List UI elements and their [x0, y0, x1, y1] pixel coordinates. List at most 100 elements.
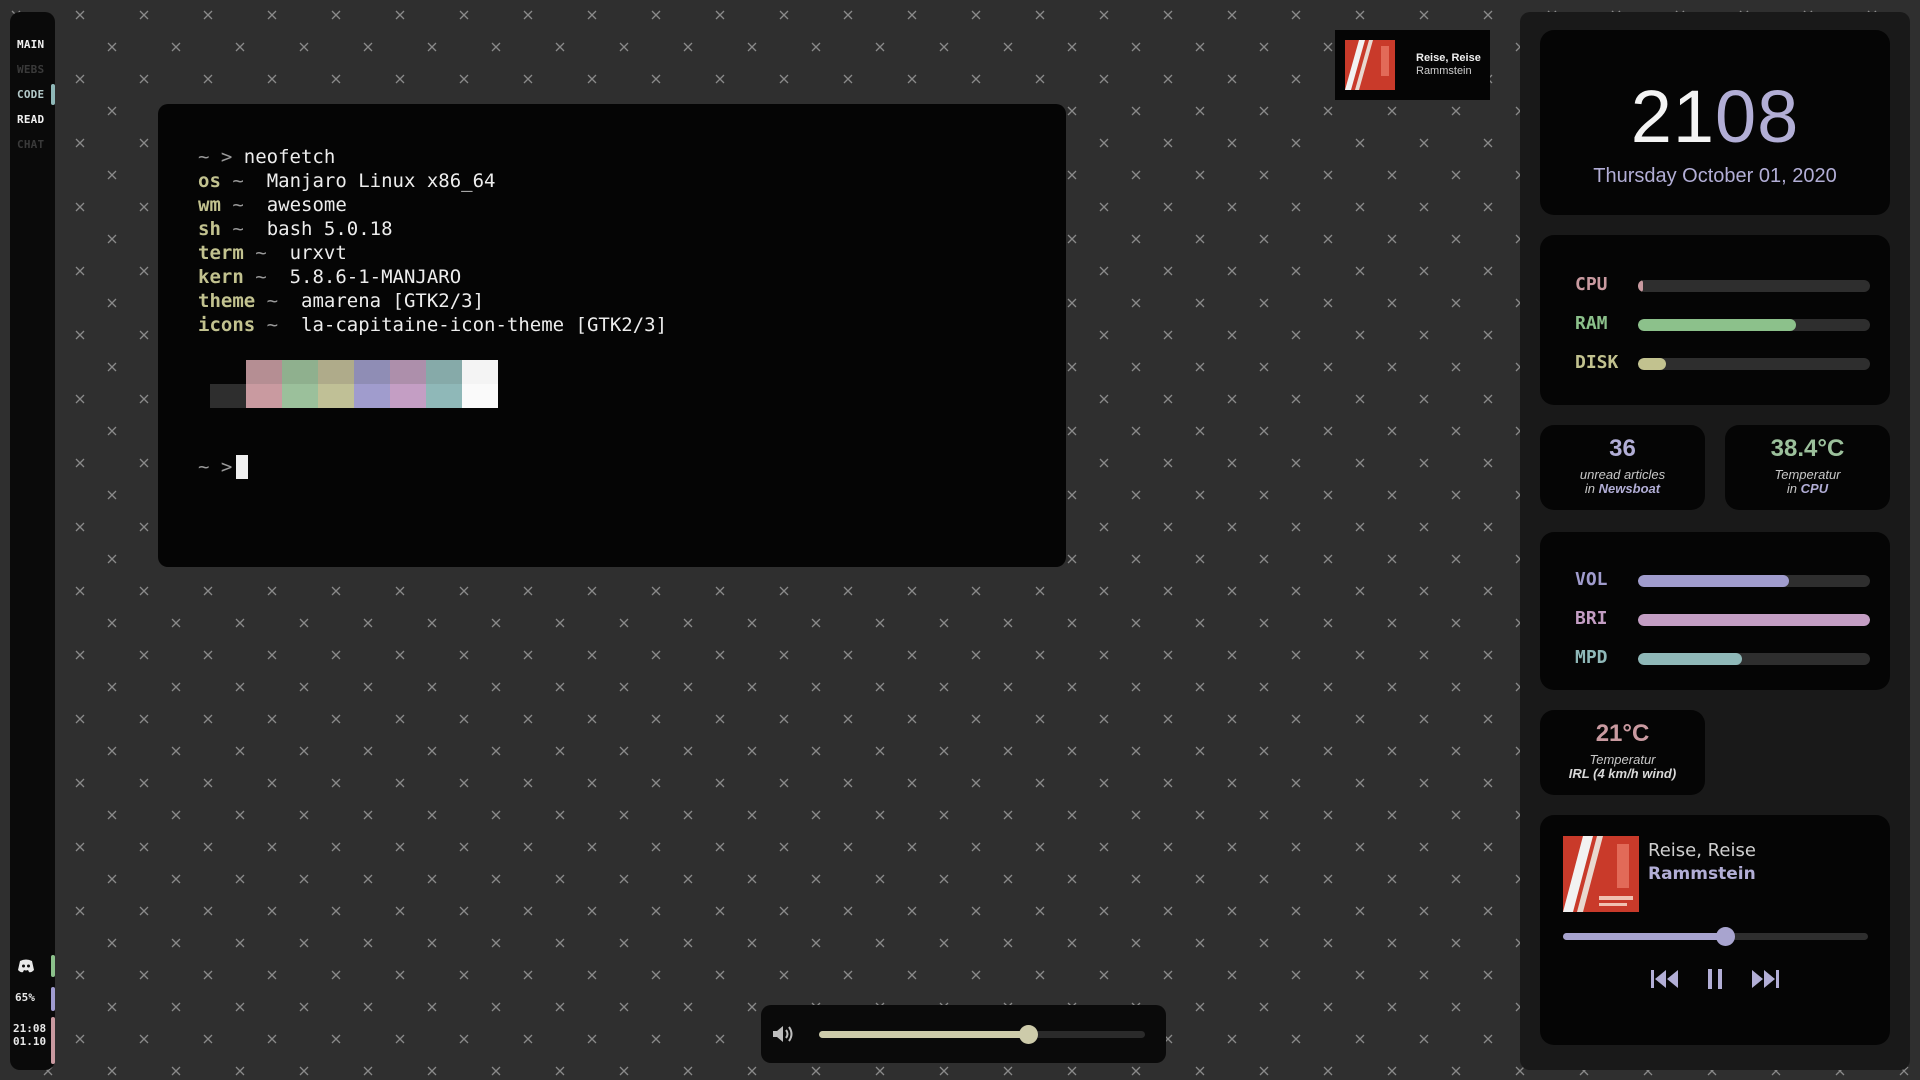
bar-clock: 21:08 01.10 — [13, 1022, 46, 1048]
tag-label: CHAT — [17, 138, 45, 151]
brightness-bar-fill — [1638, 614, 1870, 626]
neofetch-value: 5.8.6-1-MANJARO — [289, 266, 462, 288]
palette-swatch — [318, 384, 354, 408]
neofetch-separator: ~ — [232, 194, 244, 216]
neofetch-row: term ~ urxvt — [198, 241, 347, 265]
disk-label: DISK — [1575, 352, 1619, 373]
tag-webs[interactable]: WEBS — [10, 57, 55, 82]
mpd-volume-row[interactable]: MPD — [1575, 643, 1875, 673]
neofetch-row: wm ~ awesome — [198, 193, 347, 217]
unread-label: unread articles — [1579, 467, 1666, 482]
album-cover — [1345, 40, 1395, 90]
mini-song-title: Reise, Reise — [1416, 52, 1481, 64]
skip-next-icon[interactable] — [1748, 965, 1782, 993]
tag-read[interactable]: READ — [10, 107, 55, 132]
volume-label: VOL — [1575, 569, 1608, 590]
cpu-temp-label: Temperatur — [1774, 467, 1841, 482]
neofetch-separator: ~ — [232, 170, 244, 192]
terminal-prompt: ~ > — [198, 456, 233, 478]
palette-swatch — [282, 360, 318, 384]
disk-row: DISK — [1575, 348, 1875, 378]
neofetch-separator: ~ — [255, 266, 267, 288]
volume-slider-handle[interactable] — [1018, 1025, 1038, 1044]
now-playing-notification[interactable]: Reise, Reise Rammstein — [1335, 30, 1490, 100]
palette-swatch — [390, 360, 426, 384]
music-player-widget: Reise, Reise Rammstein — [1540, 815, 1890, 1045]
clock-widget: 2108 Thursday October 01, 2020 — [1540, 30, 1890, 215]
bar-time: 21:08 — [13, 1022, 47, 1035]
ram-label: RAM — [1575, 313, 1608, 334]
volume-bar[interactable] — [1638, 575, 1870, 587]
neofetch-value: la-capitaine-icon-theme [GTK2/3] — [301, 314, 668, 336]
ram-bar-fill — [1638, 319, 1796, 331]
brightness-bar[interactable] — [1638, 614, 1870, 626]
tag-occupied-indicator — [51, 84, 55, 105]
neofetch-value: amarena [GTK2/3] — [301, 290, 485, 312]
palette-swatch — [462, 384, 498, 408]
unread-count: 36 — [1609, 435, 1636, 462]
tag-label: MAIN — [17, 38, 45, 51]
terminal-window[interactable]: ~ > neofetch os ~ Manjaro Linux x86_64 w… — [158, 104, 1066, 567]
song-title: Reise, Reise — [1648, 840, 1756, 861]
left-wibar: MAIN WEBS CODE READ CHAT 65% 21:08 01.10 — [10, 12, 55, 1070]
palette-swatch — [354, 360, 390, 384]
pause-icon[interactable] — [1698, 965, 1732, 993]
brightness-row[interactable]: BRI — [1575, 604, 1875, 634]
tag-code[interactable]: CODE — [10, 82, 55, 107]
terminal-command: neofetch — [243, 146, 336, 168]
clock-hours: 21 — [1630, 75, 1715, 158]
weather-widget: 21°C Temperatur IRL (4 km/h wind) — [1540, 710, 1705, 795]
disk-bar-fill — [1638, 358, 1666, 370]
volume-bar-fill — [1638, 575, 1789, 587]
neofetch-separator: ~ — [255, 242, 267, 264]
cpu-temp-value: 38.4°C — [1770, 435, 1845, 462]
neofetch-key: wm — [198, 194, 221, 216]
neofetch-row: os ~ Manjaro Linux x86_64 — [198, 169, 495, 193]
terminal-prompt: ~ > — [198, 146, 233, 168]
palette-swatch — [210, 384, 246, 408]
tag-label: READ — [17, 113, 45, 126]
discord-icon[interactable] — [16, 956, 36, 976]
volume-slider[interactable] — [819, 1025, 1145, 1044]
skip-previous-icon[interactable] — [1648, 965, 1682, 993]
neofetch-value: Manjaro Linux x86_64 — [266, 170, 496, 192]
neofetch-row: theme ~ amarena [GTK2/3] — [198, 289, 484, 313]
neofetch-separator: ~ — [266, 290, 279, 312]
dashboard-sidebar: 2108 Thursday October 01, 2020 CPU RAM D… — [1520, 12, 1910, 1070]
weather-temp: 21°C — [1595, 720, 1650, 747]
palette-swatch — [354, 384, 390, 408]
mini-song-artist: Rammstein — [1416, 65, 1472, 77]
song-progress-slider[interactable] — [1563, 927, 1868, 946]
source-name: Newsboat — [1598, 481, 1661, 496]
newsboat-widget[interactable]: 36 unread articles in Newsboat — [1540, 425, 1705, 510]
cpu-temp-widget: 38.4°C Temperatur in CPU — [1725, 425, 1890, 510]
mpd-bar[interactable] — [1638, 653, 1870, 665]
tag-chat[interactable]: CHAT — [10, 132, 55, 157]
palette-swatch — [462, 360, 498, 384]
palette-swatch — [390, 384, 426, 408]
neofetch-key: term — [198, 242, 244, 264]
palette-swatch — [426, 384, 462, 408]
weather-label: Temperatur — [1589, 752, 1656, 767]
neofetch-row: kern ~ 5.8.6-1-MANJARO — [198, 265, 461, 289]
source-prefix: in — [1786, 481, 1798, 496]
neofetch-value: urxvt — [289, 242, 347, 264]
tag-main[interactable]: MAIN — [10, 32, 55, 57]
neofetch-row: sh ~ bash 5.0.18 — [198, 217, 393, 241]
cpu-row: CPU — [1575, 270, 1875, 300]
volume-row[interactable]: VOL — [1575, 565, 1875, 595]
cpu-bar — [1638, 280, 1870, 292]
cpu-bar-fill — [1638, 280, 1643, 292]
date-text: Thursday October 01, 2020 — [1593, 165, 1837, 187]
song-progress-handle[interactable] — [1715, 927, 1735, 946]
battery-indicator — [51, 987, 55, 1011]
terminal-input-line[interactable]: ~ > — [198, 455, 249, 479]
neofetch-value: awesome — [266, 194, 347, 216]
systray-indicator — [51, 955, 55, 977]
neofetch-value: bash 5.0.18 — [266, 218, 393, 240]
clock-minutes: 08 — [1715, 75, 1800, 158]
neofetch-key: sh — [198, 218, 221, 240]
volume-osd — [761, 1005, 1166, 1063]
neofetch-separator: ~ — [266, 314, 279, 336]
neofetch-key: icons — [198, 314, 256, 336]
